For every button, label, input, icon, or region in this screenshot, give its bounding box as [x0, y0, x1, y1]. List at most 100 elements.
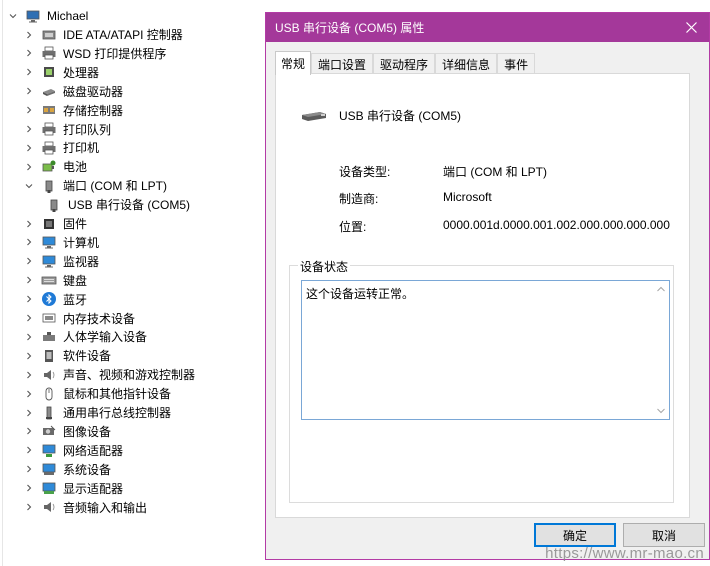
- chevron-right-icon[interactable]: [24, 370, 34, 380]
- tree-item-label: 监视器: [63, 254, 100, 269]
- chevron-right-icon[interactable]: [24, 105, 34, 115]
- chevron-right-icon[interactable]: [24, 313, 34, 323]
- chevron-right-icon[interactable]: [24, 237, 34, 247]
- tab-details[interactable]: 详细信息: [435, 53, 498, 74]
- ide-controller-icon: [41, 27, 57, 43]
- tree-category-item[interactable]: IDE ATA/ATAPI 控制器: [24, 25, 183, 44]
- device-name: USB 串行设备 (COM5): [339, 109, 462, 123]
- chevron-right-icon[interactable]: [24, 256, 34, 266]
- tree-item-label: 打印队列: [63, 122, 112, 137]
- scroll-down-icon[interactable]: [657, 408, 665, 414]
- display-adapter-icon: [41, 480, 57, 496]
- camera-icon: [41, 423, 57, 439]
- dialog-titlebar[interactable]: USB 串行设备 (COM5) 属性: [266, 13, 709, 42]
- device-tree: Michael IDE ATA/ATAPI 控制器 WSD 打印提供程序 处理器磁盘…: [0, 0, 268, 566]
- chevron-right-icon[interactable]: [24, 143, 34, 153]
- tree-category-item[interactable]: 鼠标和其他指针设备: [24, 384, 171, 403]
- tree-item-label: 蓝牙: [63, 292, 88, 307]
- location-value: 0000.001d.0000.001.002.000.000.000.000: [443, 218, 670, 232]
- tree-category-item[interactable]: 网络适配器: [24, 441, 123, 460]
- chevron-right-icon[interactable]: [24, 294, 34, 304]
- tree-category-item[interactable]: 固件: [24, 214, 87, 233]
- chevron-right-icon[interactable]: [24, 162, 34, 172]
- usb-serial-icon: [46, 197, 62, 213]
- tree-category-item[interactable]: 内存技术设备: [24, 309, 135, 328]
- tree-item-label: 端口 (COM 和 LPT): [63, 179, 167, 194]
- computer-icon: [41, 234, 57, 250]
- tree-item-label: 打印机: [63, 141, 100, 156]
- tree-category-item[interactable]: 端口 (COM 和 LPT): [24, 176, 167, 195]
- close-button[interactable]: [673, 13, 709, 42]
- tab-general[interactable]: 常规: [275, 51, 312, 75]
- tree-item-label: 人体学输入设备: [63, 330, 148, 345]
- computer-icon: [25, 8, 41, 24]
- tree-category-item[interactable]: 声音、视频和游戏控制器: [24, 365, 195, 384]
- tree-category-item[interactable]: 处理器: [24, 63, 99, 82]
- chevron-right-icon[interactable]: [24, 351, 34, 361]
- tree-item-label: 网络适配器: [63, 443, 124, 458]
- chevron-right-icon[interactable]: [24, 124, 34, 134]
- storage-controller-icon: [41, 102, 57, 118]
- tree-child-item[interactable]: USB 串行设备 (COM5): [46, 195, 190, 214]
- chevron-down-icon[interactable]: [24, 181, 34, 191]
- chevron-down-icon[interactable]: [8, 11, 18, 21]
- chevron-right-icon[interactable]: [24, 30, 34, 40]
- tree-category-item[interactable]: 磁盘驱动器: [24, 82, 123, 101]
- tree-category-item[interactable]: 监视器: [24, 252, 99, 271]
- tree-category-item[interactable]: 通用串行总线控制器: [24, 403, 171, 422]
- tree-category-item[interactable]: 显示适配器: [24, 479, 123, 498]
- chevron-right-icon[interactable]: [24, 464, 34, 474]
- cancel-button[interactable]: 取消: [623, 523, 705, 547]
- chevron-right-icon[interactable]: [24, 445, 34, 455]
- tree-item-label: 处理器: [63, 65, 100, 80]
- tab-strip: 常规 端口设置 驱动程序 详细信息 事件: [275, 51, 536, 75]
- tree-category-item[interactable]: 软件设备: [24, 346, 111, 365]
- tree-category-item[interactable]: 图像设备: [24, 422, 111, 441]
- tree-root-label: Michael: [47, 8, 89, 23]
- chevron-right-icon[interactable]: [24, 67, 34, 77]
- tab-port-settings[interactable]: 端口设置: [311, 53, 374, 74]
- chevron-right-icon[interactable]: [24, 426, 34, 436]
- processor-icon: [41, 64, 57, 80]
- chevron-right-icon[interactable]: [24, 408, 34, 418]
- tree-category-item[interactable]: 电池: [24, 157, 87, 176]
- tree-item-label: 存储控制器: [63, 103, 124, 118]
- chevron-right-icon[interactable]: [24, 483, 34, 493]
- chevron-right-icon[interactable]: [24, 86, 34, 96]
- chevron-right-icon[interactable]: [24, 332, 34, 342]
- ok-button[interactable]: 确定: [534, 523, 616, 547]
- tree-category-item[interactable]: 打印队列: [24, 120, 111, 139]
- chevron-right-icon[interactable]: [24, 502, 34, 512]
- tree-category-item[interactable]: 计算机: [24, 233, 99, 252]
- tree-category-item[interactable]: 键盘: [24, 271, 87, 290]
- tree-category-item[interactable]: 蓝牙: [24, 290, 87, 309]
- tree-category-item[interactable]: 打印机: [24, 138, 99, 157]
- manufacturer-value: Microsoft: [443, 190, 492, 204]
- chevron-right-icon[interactable]: [24, 48, 34, 58]
- device-status-textbox[interactable]: 这个设备运转正常。: [301, 280, 670, 420]
- tree-category-item[interactable]: WSD 打印提供程序: [24, 44, 166, 63]
- tree-root[interactable]: Michael: [8, 6, 88, 25]
- tree-category-item[interactable]: 音频输入和输出: [24, 498, 147, 517]
- chevron-right-icon[interactable]: [24, 219, 34, 229]
- status-scrollbar[interactable]: [653, 281, 669, 419]
- chevron-right-icon[interactable]: [24, 389, 34, 399]
- disk-drive-icon: [41, 83, 57, 99]
- usb-serial-icon: [302, 112, 326, 121]
- dialog-title: USB 串行设备 (COM5) 属性: [275, 21, 425, 35]
- scroll-up-icon[interactable]: [657, 286, 665, 292]
- tree-item-label: 软件设备: [63, 349, 112, 364]
- tree-category-item[interactable]: 系统设备: [24, 460, 111, 479]
- printer-icon: [41, 140, 57, 156]
- monitor-icon: [41, 253, 57, 269]
- tree-category-item[interactable]: 人体学输入设备: [24, 327, 147, 346]
- tab-events[interactable]: 事件: [497, 53, 536, 74]
- chevron-right-icon[interactable]: [24, 275, 34, 285]
- tree-item-label: 键盘: [63, 273, 88, 288]
- tree-item-label: WSD 打印提供程序: [63, 46, 167, 61]
- tab-driver[interactable]: 驱动程序: [373, 53, 436, 74]
- tree-category-item[interactable]: 存储控制器: [24, 101, 123, 120]
- device-status-text: 这个设备运转正常。: [306, 287, 415, 301]
- firmware-icon: [41, 216, 57, 232]
- usb-controller-icon: [41, 405, 57, 421]
